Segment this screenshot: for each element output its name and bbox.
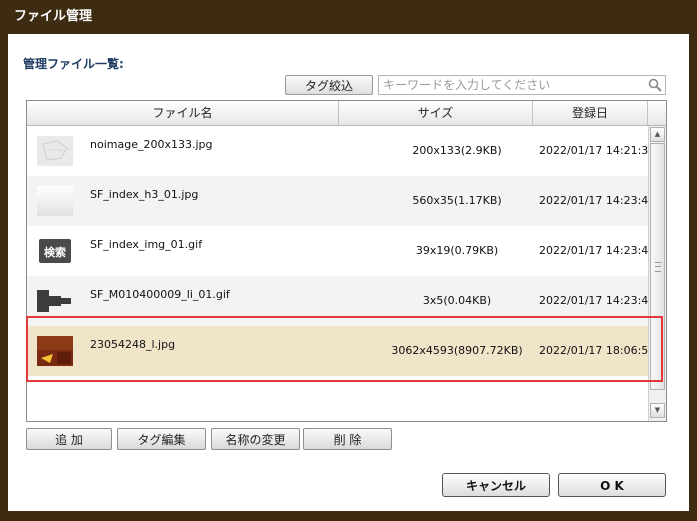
- tag-filter-button[interactable]: タグ絞込: [285, 75, 373, 95]
- ok-button[interactable]: O K: [558, 473, 666, 497]
- search-badge-thumbnail-icon: 検索: [39, 239, 71, 263]
- search-icon[interactable]: [648, 78, 662, 92]
- grip-icon: [655, 262, 661, 272]
- dark-shape-thumbnail-icon: [37, 290, 71, 312]
- file-name: SF_index_img_01.gif: [90, 238, 203, 251]
- table-header: ファイル名 サイズ 登録日: [27, 101, 666, 126]
- file-size: 3062x4593(8907.72KB): [391, 344, 523, 357]
- column-header-date[interactable]: 登録日: [533, 101, 648, 125]
- file-size: 560x35(1.17KB): [412, 194, 502, 207]
- file-name: SF_M010400009_li_01.gif: [90, 288, 230, 301]
- table-row[interactable]: noimage_200x133.jpg 200x133(2.9KB) 2022/…: [27, 126, 648, 176]
- add-button[interactable]: 追 加: [26, 428, 112, 450]
- file-size: 3x5(0.04KB): [422, 294, 492, 307]
- photo-thumbnail-icon: [37, 336, 73, 366]
- file-date: 2022/01/17 14:23:49: [539, 244, 648, 257]
- file-name: noimage_200x133.jpg: [90, 138, 213, 151]
- table-body: noimage_200x133.jpg 200x133(2.9KB) 2022/…: [27, 126, 648, 421]
- column-header-filename[interactable]: ファイル名: [27, 101, 339, 125]
- table-row[interactable]: SF_index_h3_01.jpg 560x35(1.17KB) 2022/0…: [27, 176, 648, 226]
- file-table: ファイル名 サイズ 登録日 noimage_200x133.jpg 200x13…: [26, 100, 667, 422]
- table-row[interactable]: 検索 SF_index_img_01.gif 39x19(0.79KB) 202…: [27, 226, 648, 276]
- scroll-down-icon[interactable]: ▼: [650, 403, 665, 418]
- delete-button[interactable]: 削 除: [303, 428, 392, 450]
- file-size: 39x19(0.79KB): [415, 244, 499, 257]
- gradient-thumbnail-icon: [37, 186, 73, 216]
- rename-button[interactable]: 名称の変更: [211, 428, 300, 450]
- file-size: 200x133(2.9KB): [412, 144, 502, 157]
- cancel-button[interactable]: キャンセル: [442, 473, 550, 497]
- file-date: 2022/01/17 14:21:31: [539, 144, 648, 157]
- file-manager-window: ファイル管理 管理ファイル一覧: タグ絞込 ファイル名 サイズ 登録日: [0, 0, 697, 521]
- scroll-up-icon[interactable]: ▲: [650, 127, 665, 142]
- dialog-content: 管理ファイル一覧: タグ絞込 ファイル名 サイズ 登録日: [8, 34, 689, 511]
- window-title: ファイル管理: [14, 9, 93, 24]
- file-date: 2022/01/17 18:06:52: [539, 344, 648, 357]
- table-row-selected[interactable]: 23054248_l.jpg 3062x4593(8907.72KB) 2022…: [27, 326, 648, 376]
- table-row[interactable]: SF_M010400009_li_01.gif 3x5(0.04KB) 2022…: [27, 276, 648, 326]
- keyword-search-input[interactable]: [378, 75, 666, 95]
- file-date: 2022/01/17 14:23:49: [539, 194, 648, 207]
- file-date: 2022/01/17 14:23:49: [539, 294, 648, 307]
- noimage-thumbnail-icon: [37, 136, 73, 166]
- edit-tags-button[interactable]: タグ編集: [117, 428, 206, 450]
- scroll-thumb[interactable]: [650, 143, 665, 390]
- column-header-size[interactable]: サイズ: [339, 101, 533, 125]
- file-name: SF_index_h3_01.jpg: [90, 188, 199, 201]
- thumbnail-label: 検索: [44, 245, 66, 259]
- file-list-label: 管理ファイル一覧:: [23, 57, 124, 71]
- table-scrollbar[interactable]: ▲ ▼: [648, 126, 666, 421]
- file-name: 23054248_l.jpg: [90, 338, 176, 351]
